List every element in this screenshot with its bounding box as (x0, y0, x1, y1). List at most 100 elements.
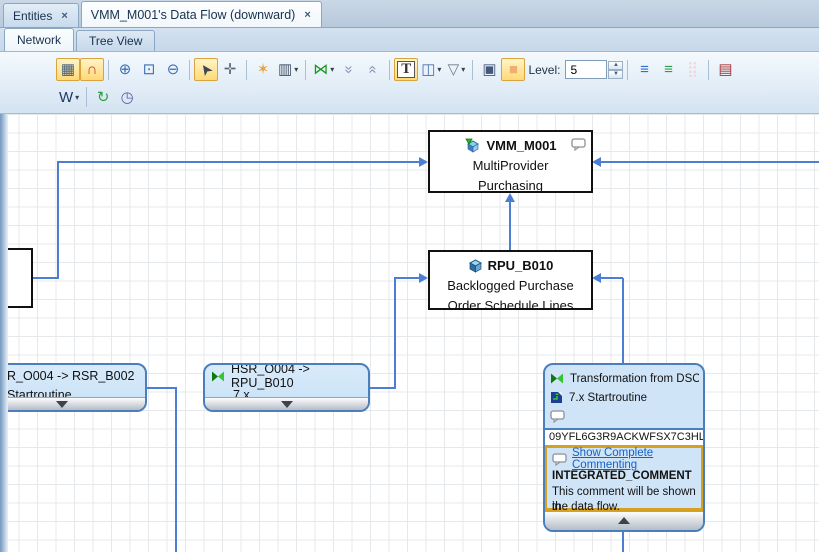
legend-button[interactable]: ▤ (713, 58, 737, 81)
transform-title: Transformation from DSO HP... (570, 372, 699, 385)
arrowhead-icon (419, 273, 428, 283)
align-grid-icon: ▦ (60, 61, 76, 78)
arrowhead-icon (419, 157, 428, 167)
zoom-in-button[interactable]: ⊕ (113, 58, 137, 81)
refresh-button[interactable]: ↻ (91, 86, 115, 109)
transformation-button[interactable]: ⋈ ▾ (310, 58, 337, 81)
level-up-button[interactable]: ▲ (608, 60, 624, 70)
toolbar-separator (305, 59, 307, 80)
edge-hsr-to-rpu (394, 277, 396, 389)
detail-view-button[interactable]: ◫ ▾ (418, 58, 444, 81)
edge-leftbox-to-vmm (57, 161, 59, 278)
transform-title: HSR_O004 -> RPU_B010 (231, 363, 310, 390)
highlight-frame-button[interactable]: ■ (501, 58, 526, 81)
expand-bar[interactable] (0, 397, 145, 410)
edge-leftbox-to-vmm (57, 161, 419, 163)
chevron-down-icon (280, 401, 293, 408)
edge-lefttransform-down (147, 387, 177, 389)
transformation-icon: ⋈ (313, 61, 329, 78)
layers-color-button[interactable]: ≡ (656, 58, 680, 81)
expand-bar[interactable] (205, 397, 368, 410)
matrix-dots-button[interactable]: ⣿ (680, 58, 704, 81)
level-label: Level: (528, 62, 561, 77)
node-vmm-desc2: Purchasing (477, 178, 544, 193)
edge-right-to-vmm (601, 161, 819, 163)
toolbar-separator (389, 59, 391, 80)
node-arrange-icon: ▥ (278, 61, 293, 78)
diagram-canvas[interactable]: VMM_M001 MultiProvider Purchasing RPU_B0… (0, 114, 819, 552)
tab-dataflow[interactable]: VMM_M001's Data Flow (downward) × (80, 1, 322, 27)
layers-color-icon: ≡ (664, 61, 673, 78)
comment-bubble-icon[interactable] (571, 138, 586, 151)
collapse-bar[interactable] (545, 511, 703, 530)
select-cursor-button[interactable]: ➤ (194, 58, 218, 81)
show-text-button[interactable]: T (394, 58, 419, 81)
comment-title: INTEGRATED_COMMENT (552, 470, 692, 482)
tab-network[interactable]: Network (4, 28, 75, 51)
node-vmm-desc1: MultiProvider (472, 158, 549, 173)
node-arrange-button[interactable]: ▥ ▾ (275, 58, 301, 81)
tab-tree-view[interactable]: Tree View (76, 30, 156, 51)
toolbar-separator (708, 59, 710, 80)
zoom-page-button[interactable]: ⊡ (137, 58, 161, 81)
dataflow-model-icon: W (59, 88, 74, 106)
dropdown-arrow-icon: ▾ (330, 65, 335, 74)
canvas-left-edge (0, 114, 8, 552)
edge-rpu-to-vmm (509, 201, 511, 251)
integrated-comment-box: Show Complete Commenting INTEGRATED_COMM… (545, 445, 703, 513)
tab-entities[interactable]: Entities × (3, 3, 79, 27)
close-icon[interactable]: × (60, 10, 68, 22)
node-transform-hsr-o004[interactable]: HSR_O004 -> RPU_B010 7.x (203, 363, 370, 412)
comment-text-line1: This comment will be shown in (552, 486, 696, 513)
collapse-all-button[interactable]: « (361, 58, 385, 81)
refresh-icon: ↻ (96, 88, 110, 106)
highlight-frame-icon: ■ (508, 61, 518, 78)
pan-hand-button[interactable]: ✛ (218, 58, 242, 81)
zoom-page-icon: ⊡ (142, 61, 156, 78)
node-rpu-desc1: Backlogged Purchase (447, 278, 574, 293)
node-transform-commented[interactable]: Transformation from DSO HP... 7.x Startr… (543, 363, 705, 532)
view-tab-bar: Network Tree View (0, 28, 819, 52)
edge-comment-down (622, 532, 624, 552)
scheduler-clock-button[interactable]: ◷ (115, 86, 139, 109)
dropdown-arrow-icon: ▾ (75, 92, 80, 102)
edge-leftbox-to-vmm (33, 277, 59, 279)
auto-layout-wand-button[interactable]: ✶ (251, 58, 275, 81)
edge-hsr-to-rpu (394, 277, 420, 279)
edge-comment-to-rpu (622, 278, 624, 363)
select-cursor-icon: ➤ (195, 59, 217, 80)
node-vmm-m001[interactable]: VMM_M001 MultiProvider Purchasing (428, 130, 593, 193)
expand-all-button[interactable]: » (337, 58, 361, 81)
comment-bubble-icon (552, 452, 567, 466)
level-down-button[interactable]: ▼ (608, 69, 624, 79)
zoom-out-button[interactable]: ⊖ (161, 58, 185, 81)
comment-bubble-icon[interactable] (550, 410, 565, 423)
node-rpu-title: RPU_B010 (487, 258, 554, 273)
transformation-bowtie-icon (550, 373, 564, 384)
level-input[interactable] (565, 60, 608, 79)
node-rpu-desc2: Order Schedule Lines (447, 298, 574, 313)
close-icon[interactable]: × (303, 9, 311, 21)
toolbar-separator (627, 59, 629, 80)
auto-layout-wand-icon: ✶ (256, 61, 270, 78)
zoom-out-icon: ⊖ (166, 61, 180, 78)
layers-edit-button[interactable]: ≡ (632, 58, 656, 81)
dropdown-arrow-icon: ▾ (437, 65, 442, 74)
filter-button[interactable]: ▽ ▾ (444, 58, 468, 81)
show-text-icon: T (397, 61, 416, 78)
transformation-bowtie-icon (211, 371, 225, 382)
snap-magnet-button[interactable]: ∩ (80, 58, 104, 81)
dataflow-model-button[interactable]: W ▾ (56, 86, 82, 109)
multiprovider-icon (464, 138, 481, 153)
dropdown-arrow-icon: ▾ (294, 65, 299, 74)
arrowhead-icon (592, 273, 601, 283)
toolbar: ▦∩⊕⊡⊖➤✛✶▥▾⋈▾»«T◫▾▽▾▣■Level:▲▼≡≡⣿▤W▾↻◷ Ac… (0, 52, 819, 146)
node-transform-rsr-b002[interactable]: R_O004 -> RSR_B002 Startroutine (0, 363, 147, 412)
arrowhead-icon (592, 157, 601, 167)
print-icon: ▣ (482, 61, 497, 78)
align-grid-button[interactable]: ▦ (56, 58, 80, 81)
legend-icon: ▤ (718, 61, 733, 78)
node-rpu-b010[interactable]: RPU_B010 Backlogged Purchase Order Sched… (428, 250, 593, 313)
print-button[interactable]: ▣ (477, 58, 501, 81)
zoom-in-icon: ⊕ (118, 61, 132, 78)
